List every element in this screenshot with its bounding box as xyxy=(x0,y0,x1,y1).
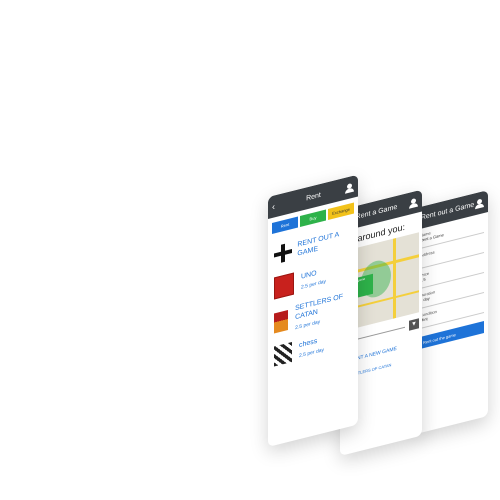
back-arrow-icon[interactable]: ‹ xyxy=(272,200,282,212)
tab-rent[interactable]: Rent xyxy=(272,216,298,235)
uno-thumbnail xyxy=(274,272,294,300)
profile-icon[interactable] xyxy=(475,198,484,209)
tab-buy[interactable]: Buy xyxy=(300,209,326,228)
tab-exchange[interactable]: Exchange xyxy=(328,202,354,221)
plus-icon xyxy=(274,243,289,265)
phone-form: Rent out a Game Name Rent a Game Address… xyxy=(416,190,488,434)
phone-rent-list: ‹ Rent Rent Buy Exchange RENT OUT A GAME… xyxy=(268,174,358,447)
filter-icon[interactable]: ▼ xyxy=(409,318,419,331)
profile-icon[interactable] xyxy=(409,197,418,208)
map-road xyxy=(393,238,396,319)
chess-thumbnail xyxy=(274,342,292,367)
showcase-stage: ‹ Rent Rent Buy Exchange RENT OUT A GAME… xyxy=(0,0,500,500)
catan-thumbnail xyxy=(274,309,289,334)
profile-icon[interactable] xyxy=(345,182,354,193)
